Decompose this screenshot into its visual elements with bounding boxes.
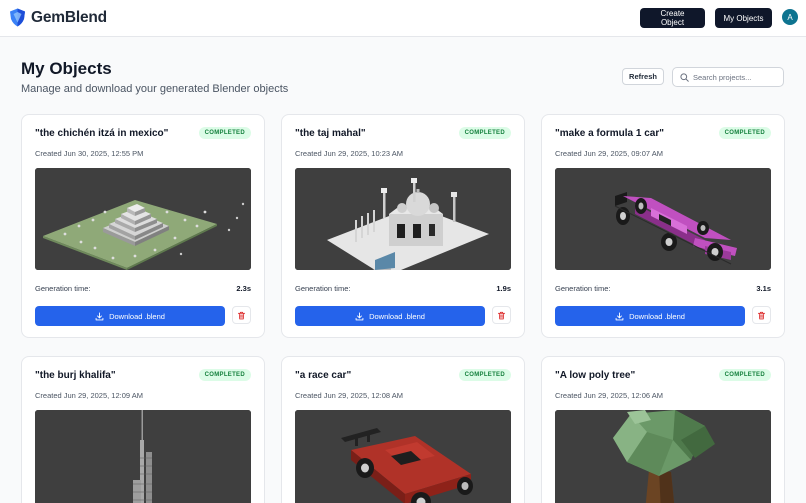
object-title[interactable]: "make a formula 1 car": [555, 128, 664, 139]
created-date: Created Jun 30, 2025, 12:55 PM: [35, 149, 144, 158]
generation-time-label: Generation time:: [555, 284, 611, 293]
download-icon: [355, 311, 364, 320]
created-date: Created Jun 29, 2025, 10:23 AM: [295, 149, 403, 158]
generation-time-value: 1.9s: [496, 284, 511, 293]
object-title[interactable]: "the burj khalifa": [35, 370, 116, 381]
download-blend-button[interactable]: Download .blend: [295, 306, 485, 326]
f1-car-render: [555, 168, 771, 270]
generation-time-value: 3.1s: [756, 284, 771, 293]
download-label: Download .blend: [109, 311, 165, 321]
trash-icon: [757, 311, 766, 319]
created-date: Created Jun 29, 2025, 12:08 AM: [295, 391, 403, 400]
pyramid-render: [35, 168, 251, 270]
race-car-render: [295, 410, 511, 503]
user-avatar[interactable]: A: [782, 9, 798, 25]
page-subtitle: Manage and download your generated Blend…: [21, 83, 289, 95]
status-badge: COMPLETED: [458, 127, 511, 139]
download-icon: [615, 311, 624, 320]
search-input[interactable]: [693, 71, 781, 84]
brand-name: GemBlend: [31, 8, 107, 26]
object-preview[interactable]: [295, 168, 511, 270]
object-preview[interactable]: [35, 168, 251, 270]
create-object-button[interactable]: Create Object: [640, 8, 705, 28]
delete-button[interactable]: [232, 306, 251, 324]
download-blend-button[interactable]: Download .blend: [555, 306, 745, 326]
status-badge: COMPLETED: [198, 369, 251, 381]
status-badge: COMPLETED: [718, 369, 771, 381]
object-title[interactable]: "the chichén itzá in mexico": [35, 128, 168, 139]
generation-time-value: 2.3s: [236, 284, 251, 293]
object-title[interactable]: "a race car": [295, 370, 351, 381]
object-card: "make a formula 1 car" COMPLETED Created…: [541, 114, 785, 338]
search-icon: [680, 73, 689, 82]
object-card: "the burj khalifa" COMPLETED Created Jun…: [21, 356, 265, 503]
object-preview[interactable]: [555, 168, 771, 270]
trash-icon: [497, 311, 506, 319]
page-title: My Objects: [21, 59, 112, 78]
download-icon: [95, 311, 104, 320]
object-card: "a race car" COMPLETED Created Jun 29, 2…: [281, 356, 525, 503]
delete-button[interactable]: [752, 306, 771, 324]
status-badge: COMPLETED: [458, 369, 511, 381]
generation-time-label: Generation time:: [295, 284, 351, 293]
object-card: "the chichén itzá in mexico" COMPLETED C…: [21, 114, 265, 338]
object-card: "A low poly tree" COMPLETED Created Jun …: [541, 356, 785, 503]
download-label: Download .blend: [369, 311, 425, 321]
object-preview[interactable]: [35, 410, 251, 503]
object-preview[interactable]: [295, 410, 511, 503]
taj-mahal-render: [295, 168, 511, 270]
status-badge: COMPLETED: [718, 127, 771, 139]
object-title[interactable]: "A low poly tree": [555, 370, 635, 381]
my-objects-button[interactable]: My Objects: [715, 8, 772, 28]
generation-time-label: Generation time:: [35, 284, 91, 293]
created-date: Created Jun 29, 2025, 12:06 AM: [555, 391, 663, 400]
gem-shield-icon: [10, 8, 25, 27]
burj-khalifa-render: [35, 410, 251, 503]
tree-render: [555, 410, 771, 503]
top-nav: GemBlend Create Object My Objects A: [0, 0, 806, 37]
refresh-button[interactable]: Refresh: [622, 68, 664, 85]
status-badge: COMPLETED: [198, 127, 251, 139]
created-date: Created Jun 29, 2025, 09:07 AM: [555, 149, 663, 158]
created-date: Created Jun 29, 2025, 12:09 AM: [35, 391, 143, 400]
brand-logo[interactable]: GemBlend: [9, 8, 107, 27]
search-box[interactable]: [672, 67, 784, 87]
delete-button[interactable]: [492, 306, 511, 324]
object-card: "the taj mahal" COMPLETED Created Jun 29…: [281, 114, 525, 338]
download-label: Download .blend: [629, 311, 685, 321]
trash-icon: [237, 311, 246, 319]
object-title[interactable]: "the taj mahal": [295, 128, 366, 139]
object-preview[interactable]: [555, 410, 771, 503]
download-blend-button[interactable]: Download .blend: [35, 306, 225, 326]
